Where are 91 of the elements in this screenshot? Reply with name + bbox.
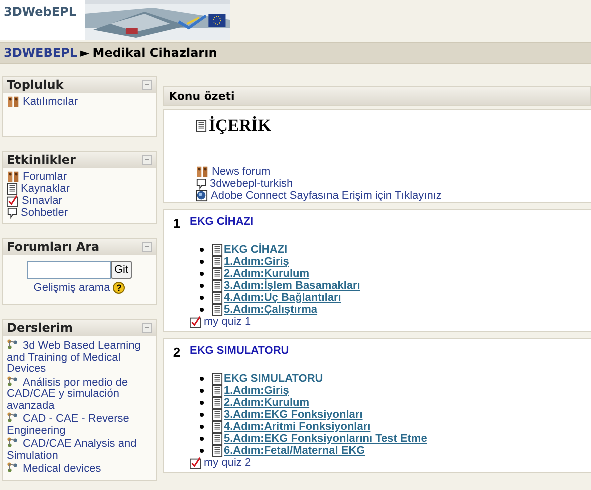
people-icon [7, 171, 20, 183]
document-icon [212, 304, 223, 316]
bullet-icon [200, 449, 204, 453]
molecule-icon [7, 462, 19, 473]
section-number: 2 [172, 344, 182, 362]
bullet-icon [200, 437, 204, 441]
course-link[interactable]: CAD - CAE - Reverse Engineering [7, 412, 152, 437]
section-header-title: Konu özeti [169, 90, 235, 102]
quiz-link[interactable]: my quiz 2 [204, 457, 252, 469]
document-icon [212, 280, 223, 292]
speech-bubble-icon [196, 178, 207, 190]
resource-link[interactable]: 3.Adım:İşlem Basamakları [224, 280, 360, 292]
document-icon [212, 433, 223, 445]
advanced-search-link[interactable]: Gelişmiş arama [34, 282, 110, 294]
resource-link[interactable]: 1.Adım:Giriş [224, 256, 290, 268]
bullet-icon [200, 389, 204, 393]
bullet-icon [200, 296, 204, 300]
document-icon [212, 445, 223, 457]
document-icon [212, 397, 223, 409]
collapse-icon[interactable] [142, 323, 152, 333]
section-title: EKG SIMULATORU [190, 345, 290, 357]
document-icon [212, 244, 223, 256]
course-link[interactable]: Medical devices [7, 462, 152, 476]
resource-link[interactable]: 2.Adım:Kurulum [224, 397, 310, 409]
bullet-icon [200, 401, 204, 405]
resource-link[interactable]: 5.Adım:Çalıştırma [224, 304, 318, 316]
document-icon [7, 183, 18, 195]
block-title: Topluluk [7, 78, 64, 92]
resource-link[interactable]: 1.Adım:Giriş [224, 385, 290, 397]
sidebar-link[interactable]: Katılımcılar [23, 96, 78, 108]
checkmark-icon [190, 457, 202, 469]
document-icon [212, 409, 223, 421]
resource-link[interactable]: 4.Adım:Uç Bağlantıları [224, 292, 342, 304]
course-link[interactable]: CAD/CAE Analysis and Simulation [7, 437, 152, 462]
molecule-icon [7, 412, 19, 423]
checkmark-icon [7, 195, 19, 207]
resource-link[interactable]: EKG SIMULATORU [224, 373, 324, 385]
collapse-icon[interactable] [142, 155, 152, 165]
collapse-icon[interactable] [142, 242, 152, 252]
course-link[interactable]: 3d Web Based Learning and Training of Medical Devices [7, 339, 152, 376]
molecule-icon [7, 339, 19, 350]
molecule-icon [7, 376, 19, 386]
breadcrumb-separator: ► [80, 46, 90, 60]
block-title: Derslerim [7, 321, 73, 335]
document-icon [212, 292, 223, 304]
document-icon [196, 120, 207, 132]
bullet-icon [200, 284, 204, 288]
course-link[interactable]: Análisis por medio de CAD/CAE y simulación avanzada [7, 376, 152, 412]
search-button[interactable]: Git [111, 261, 132, 279]
search-field[interactable] [27, 261, 112, 279]
bullet-icon [200, 308, 204, 312]
checkmark-icon [190, 316, 202, 328]
site-logo[interactable]: 3DWebEPL [0, 0, 82, 19]
sidebar-link[interactable]: Sohbetler [21, 207, 68, 219]
section-title: EKG CİHAZI [190, 216, 255, 228]
document-icon [212, 256, 223, 268]
block-title: Forumları Ara [7, 240, 100, 254]
document-icon [212, 268, 223, 280]
bullet-icon [200, 413, 204, 417]
activity-link[interactable]: News forum [212, 166, 271, 178]
resource-link[interactable]: 2.Adım:Kurulum [224, 268, 310, 280]
bullet-icon [200, 248, 204, 252]
people-icon [196, 166, 209, 178]
block-title: Etkinlikler [7, 153, 76, 167]
content-heading: İÇERİK [209, 116, 272, 136]
section-number: 1 [172, 215, 182, 233]
bullet-icon [200, 377, 204, 381]
speech-bubble-icon [7, 207, 18, 219]
resource-link[interactable]: 6.Adım:Fetal/Maternal EKG [224, 445, 366, 457]
collapse-icon[interactable] [142, 80, 152, 90]
people-icon [7, 96, 20, 108]
bullet-icon [200, 425, 204, 429]
resource-link[interactable]: EKG CİHAZI [224, 244, 288, 256]
breadcrumb-current: Medikal Cihazların [92, 46, 218, 60]
quiz-link[interactable]: my quiz 1 [204, 316, 252, 328]
activity-link[interactable]: Adobe Connect Sayfasına Erişim için Tıklayınız [211, 190, 442, 202]
document-icon [212, 373, 223, 385]
document-icon [212, 385, 223, 397]
resource-link[interactable]: 5.Adım:EKG Fonksiyonlarını Test Etme [224, 433, 428, 445]
sidebar-link[interactable]: Forumlar [23, 171, 68, 183]
resource-link[interactable]: 4.Adım:Aritmi Fonksiyonları [224, 421, 371, 433]
molecule-icon [7, 437, 19, 448]
bullet-icon [200, 272, 204, 276]
document-icon [212, 421, 223, 433]
sidebar-link[interactable]: Sınavlar [22, 195, 62, 207]
activity-link[interactable]: 3dwebepl-turkish [210, 178, 294, 190]
bullet-icon [200, 260, 204, 264]
breadcrumb-link[interactable]: 3DWEBEPL [4, 46, 78, 60]
resource-link[interactable]: 3.Adım:EKG Fonksiyonları [224, 409, 363, 421]
sidebar-link[interactable]: Kaynaklar [21, 183, 70, 195]
help-icon[interactable]: ? [113, 282, 126, 294]
